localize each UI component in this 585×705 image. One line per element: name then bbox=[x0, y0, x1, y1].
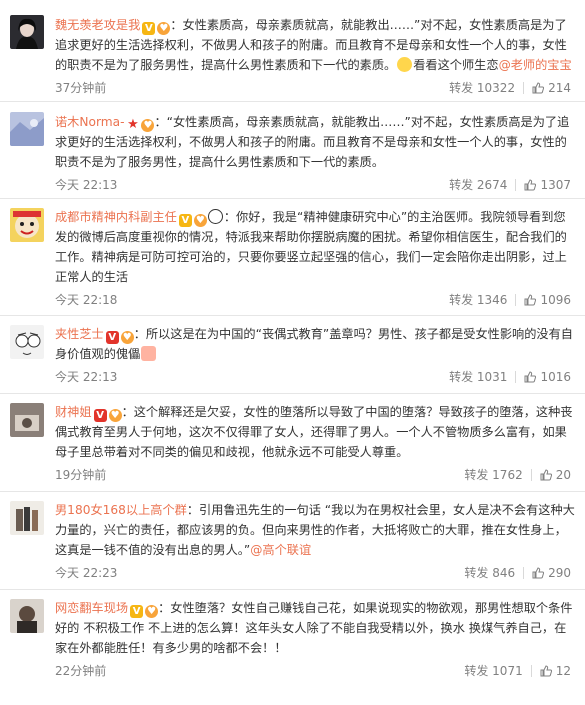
comment-text: ：这个解释还是欠妥，女性的堕落所以导致了中国的堕落？导致孩子的堕落，这种丧偶式教… bbox=[55, 405, 573, 459]
thumbs-up-icon bbox=[540, 665, 552, 677]
comment-body: 网恋翻车现场 V ♥ ：女性堕落？女性自己赚钱自己花，如果说现实的物欲观，那男性想取个… bbox=[55, 590, 577, 658]
divider bbox=[530, 665, 532, 677]
mention-link[interactable]: @老师的宝宝 bbox=[499, 58, 572, 72]
forward-button[interactable]: 转发 2674 bbox=[449, 178, 507, 192]
smile-emoji-icon bbox=[397, 57, 413, 72]
verified-badge-icon: V bbox=[142, 22, 156, 35]
comment-body: 成都市精神内科副主任 V ♥ ：你好，我是“精神健康研究中心”的主治医师。我院领导看到… bbox=[55, 199, 577, 287]
forward-button[interactable]: 转发 1346 bbox=[449, 293, 507, 307]
comment-item: 成都市精神内科副主任 V ♥ ：你好，我是“精神健康研究中心”的主治医师。我院领导看到… bbox=[0, 199, 585, 316]
avatar-image bbox=[10, 208, 44, 242]
timestamp: 今天 22:18 bbox=[55, 293, 118, 307]
forward-button[interactable]: 转发 1031 bbox=[449, 370, 507, 384]
timestamp: 今天 22:13 bbox=[55, 178, 118, 192]
forward-button[interactable]: 转发 846 bbox=[464, 566, 515, 580]
thumbs-up-icon bbox=[524, 294, 537, 306]
timestamp: 19分钟前 bbox=[55, 468, 107, 482]
like-button[interactable]: 1096 bbox=[524, 293, 571, 307]
comment-item: 诺木Norma- ★ ♥ ：“女性素质高，母亲素质就高，就能教出……”对不起，女性素质… bbox=[0, 102, 585, 199]
avatar-image bbox=[10, 112, 44, 146]
member-badge-icon: ♥ bbox=[141, 119, 155, 132]
comment-text: ：所以这是在为中国的“丧偶式教育”盖章吗？男性、孩子都是受女性影响的没有自身价值… bbox=[55, 327, 573, 361]
hug-emoji-icon bbox=[141, 346, 157, 361]
verified-badge-icon: V bbox=[105, 331, 119, 344]
thumbs-up-icon bbox=[524, 371, 537, 383]
thumbs-up-icon bbox=[532, 82, 545, 94]
avatar[interactable] bbox=[10, 501, 44, 535]
comment-item: 男180女168以上高个群：引用鲁迅先生的一句话 “我以为在男权社会里，女人是决… bbox=[0, 492, 585, 590]
comment-body: 财神姐 V ♥ ：这个解释还是欠妥，女性的堕落所以导致了中国的堕落？导致孩子的堕落，这… bbox=[55, 394, 577, 462]
verified-badge-icon: V bbox=[130, 605, 144, 618]
timestamp: 22分钟前 bbox=[55, 664, 107, 678]
comment-body: 夹性芝士 V ♥ ：所以这是在为中国的“丧偶式教育”盖章吗？男性、孩子都是受女性影响的… bbox=[55, 316, 577, 364]
forward-button[interactable]: 转发 1071 bbox=[464, 664, 522, 678]
comment-footer: 今天 22:23 转发 846 290 bbox=[55, 560, 577, 584]
comment-footer: 今天 22:13 转发 1031 1016 bbox=[55, 364, 577, 388]
star-badge-icon: ★ bbox=[127, 117, 139, 132]
comment-item: 财神姐 V ♥ ：这个解释还是欠妥，女性的堕落所以导致了中国的堕落？导致孩子的堕落，这… bbox=[0, 394, 585, 492]
verified-badge-icon: V bbox=[178, 214, 192, 227]
like-button[interactable]: 1307 bbox=[524, 178, 571, 192]
avatar[interactable] bbox=[10, 325, 44, 359]
username-link[interactable]: 男180女168以上高个群 bbox=[55, 503, 187, 517]
username-link[interactable]: 诺木Norma- bbox=[55, 115, 124, 129]
avatar-image bbox=[10, 325, 44, 359]
divider bbox=[530, 469, 532, 481]
like-button[interactable]: 290 bbox=[532, 566, 571, 580]
username-link[interactable]: 成都市精神内科副主任 bbox=[55, 210, 177, 224]
avatar-image bbox=[10, 599, 44, 633]
member-badge-icon: ♥ bbox=[120, 331, 134, 344]
member-badge-icon: ♥ bbox=[108, 409, 122, 422]
member-badge-icon: ♥ bbox=[145, 605, 159, 618]
panda-emoji-icon bbox=[207, 209, 223, 224]
avatar[interactable] bbox=[10, 112, 44, 146]
like-button[interactable]: 12 bbox=[540, 664, 571, 678]
avatar-image bbox=[10, 403, 44, 437]
comment-footer: 37分钟前 转发 10322 214 bbox=[55, 75, 577, 99]
like-button[interactable]: 1016 bbox=[524, 370, 571, 384]
comment-body: 魏无羡老攻是我 V ♥ ：女性素质高，母亲素质就高，就能教出……”对不起，女性素质高是… bbox=[55, 12, 577, 75]
avatar[interactable] bbox=[10, 15, 44, 49]
divider bbox=[523, 567, 525, 579]
avatar[interactable] bbox=[10, 403, 44, 437]
thumbs-up-icon bbox=[532, 567, 545, 579]
avatar[interactable] bbox=[10, 208, 44, 242]
divider bbox=[515, 371, 517, 383]
username-link[interactable]: 魏无羡老攻是我 bbox=[55, 18, 140, 32]
verified-badge-icon: V bbox=[93, 409, 107, 422]
comment-text-tail: 看看这个师生恋 bbox=[413, 58, 499, 72]
thumbs-up-icon bbox=[540, 469, 552, 481]
comment-footer: 今天 22:13 转发 2674 1307 bbox=[55, 172, 577, 196]
like-button[interactable]: 214 bbox=[532, 81, 571, 95]
comment-body: 诺木Norma- ★ ♥ ：“女性素质高，母亲素质就高，就能教出……”对不起，女性素质… bbox=[55, 102, 577, 172]
member-badge-icon: ♥ bbox=[193, 214, 207, 227]
forward-button[interactable]: 转发 10322 bbox=[449, 81, 515, 95]
comment-footer: 今天 22:18 转发 1346 1096 bbox=[55, 287, 577, 311]
timestamp: 今天 22:13 bbox=[55, 370, 118, 384]
avatar-image bbox=[10, 15, 44, 49]
username-link[interactable]: 财神姐 bbox=[55, 405, 92, 419]
divider bbox=[515, 294, 517, 306]
divider bbox=[515, 179, 517, 191]
previous-comment-fragment bbox=[0, 0, 585, 12]
timestamp: 37分钟前 bbox=[55, 81, 107, 95]
mention-link[interactable]: @高个联谊 bbox=[250, 543, 311, 557]
timestamp: 今天 22:23 bbox=[55, 566, 118, 580]
username-link[interactable]: 网恋翻车现场 bbox=[55, 601, 128, 615]
like-button[interactable]: 20 bbox=[540, 468, 571, 482]
username-link[interactable]: 夹性芝士 bbox=[55, 327, 104, 341]
avatar-image bbox=[10, 501, 44, 535]
comment-item: 魏无羡老攻是我 V ♥ ：女性素质高，母亲素质就高，就能教出……”对不起，女性素质高是… bbox=[0, 12, 585, 102]
forward-button[interactable]: 转发 1762 bbox=[464, 468, 522, 482]
comment-item: 网恋翻车现场 V ♥ ：女性堕落？女性自己赚钱自己花，如果说现实的物欲观，那男性想取个… bbox=[0, 590, 585, 705]
member-badge-icon: ♥ bbox=[157, 22, 171, 35]
divider bbox=[523, 82, 525, 94]
comment-footer: 22分钟前 转发 1071 12 bbox=[55, 658, 577, 682]
thumbs-up-icon bbox=[524, 179, 537, 191]
comment-body: 男180女168以上高个群：引用鲁迅先生的一句话 “我以为在男权社会里，女人是决… bbox=[55, 492, 577, 560]
comment-footer: 19分钟前 转发 1762 20 bbox=[55, 462, 577, 486]
avatar[interactable] bbox=[10, 599, 44, 633]
comment-item: 夹性芝士 V ♥ ：所以这是在为中国的“丧偶式教育”盖章吗？男性、孩子都是受女性影响的… bbox=[0, 316, 585, 394]
